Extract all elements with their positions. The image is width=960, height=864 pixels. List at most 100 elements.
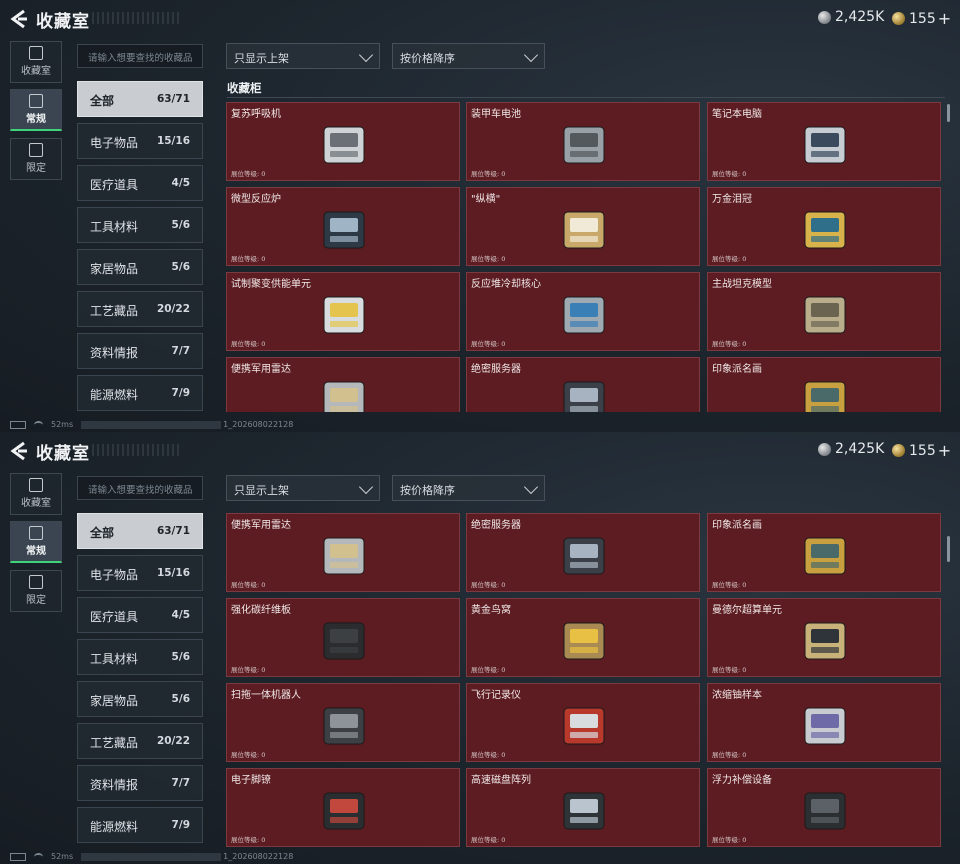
side-tab-collection-room[interactable]: 收藏室 (10, 473, 62, 515)
category-count: 4/5 (171, 609, 190, 621)
category-label: 能源燃料 (90, 388, 139, 402)
collection-card[interactable]: 反应堆冷却核心 展位等级: 0 (466, 272, 700, 351)
flight-recorder-icon (563, 707, 605, 745)
build-text: 1_202608022128 (223, 420, 294, 429)
side-tab-regular[interactable]: 常规 (10, 521, 62, 563)
category-label: 工具材料 (90, 220, 139, 234)
collection-card[interactable]: 扫拖一体机器人 展位等级: 0 (226, 683, 460, 762)
side-tab-limited[interactable]: 限定 (10, 138, 62, 180)
item-level: 展位等级: 0 (471, 581, 506, 589)
collection-card[interactable]: 飞行记录仪 展位等级: 0 (466, 683, 700, 762)
sort-dropdown[interactable]: 按价格降序 (392, 475, 545, 501)
collection-card[interactable]: 便携军用雷达展位等级: 0 (226, 513, 460, 592)
collection-card[interactable]: 便携军用雷达展位等级: 0 (226, 357, 460, 412)
item-name: 主战坦克模型 (712, 279, 772, 290)
collection-card[interactable]: 强化碳纤维板 展位等级: 0 (226, 598, 460, 677)
collection-card[interactable]: 笔记本电脑 展位等级: 0 (707, 102, 941, 181)
side-tab-collection-room[interactable]: 收藏室 (10, 41, 62, 83)
collection-card[interactable]: 微型反应炉 展位等级: 0 (226, 187, 460, 266)
collection-card[interactable]: 曼德尔超算单元 展位等级: 0 (707, 598, 941, 677)
gold-currency[interactable]: 155 + (892, 9, 951, 28)
collection-card[interactable]: "纵横" 展位等级: 0 (466, 187, 700, 266)
category-label: 医疗道具 (90, 178, 139, 192)
category-0[interactable]: 全部 63/71 (77, 81, 203, 117)
category-5[interactable]: 工艺藏品 20/22 (77, 291, 203, 327)
collection-card[interactable]: 装甲车电池 展位等级: 0 (466, 102, 700, 181)
category-1[interactable]: 电子物品 15/16 (77, 123, 203, 159)
collection-card[interactable]: 试制聚变供能单元 展位等级: 0 (226, 272, 460, 351)
collection-card[interactable]: 万金泪冠 展位等级: 0 (707, 187, 941, 266)
back-arrow-icon[interactable] (8, 440, 30, 462)
silver-currency: 2,425K (818, 9, 884, 25)
collection-card[interactable]: 印象派名画展位等级: 0 (707, 357, 941, 412)
item-name: 反应堆冷却核心 (471, 279, 541, 290)
collection-card[interactable]: 黄金鸟窝 展位等级: 0 (466, 598, 700, 677)
category-count: 5/6 (171, 261, 190, 273)
collection-grid[interactable]: 复苏呼吸机 展位等级: 0 装甲车电池 展位等级: 0 笔记本电脑 展位等级: 0 微型反应… (226, 102, 944, 412)
search-input[interactable]: 请输入想要查找的收藏品 (77, 44, 203, 68)
wifi-icon (34, 420, 43, 429)
collection-card[interactable]: 绝密服务器展位等级: 0 (466, 357, 700, 412)
search-input[interactable]: 请输入想要查找的收藏品 (77, 476, 203, 500)
category-0[interactable]: 全部 63/71 (77, 513, 203, 549)
category-7[interactable]: 能源燃料 7/9 (77, 807, 203, 843)
chevron-down-icon (523, 479, 539, 495)
category-3[interactable]: 工具材料 5/6 (77, 207, 203, 243)
category-4[interactable]: 家居物品 5/6 (77, 681, 203, 717)
collection-card[interactable]: 浮力补偿设备 展位等级: 0 (707, 768, 941, 847)
category-3[interactable]: 工具材料 5/6 (77, 639, 203, 675)
item-name: 便携军用雷达 (231, 364, 291, 375)
category-count: 20/22 (156, 735, 190, 747)
category-1[interactable]: 电子物品 15/16 (77, 555, 203, 591)
buoyancy-icon (804, 792, 846, 830)
item-name: 黄金鸟窝 (471, 605, 511, 616)
scrollbar[interactable] (947, 536, 950, 562)
category-label: 能源燃料 (90, 820, 139, 834)
category-4[interactable]: 家居物品 5/6 (77, 249, 203, 285)
category-count: 15/16 (156, 567, 190, 579)
side-tab-limited[interactable]: 限定 (10, 570, 62, 612)
sort-dropdown[interactable]: 按价格降序 (392, 43, 545, 69)
category-6[interactable]: 资料情报 7/7 (77, 765, 203, 801)
category-count: 7/7 (171, 345, 190, 357)
display-filter-dropdown[interactable]: 只显示上架 (226, 475, 380, 501)
category-5[interactable]: 工艺藏品 20/22 (77, 723, 203, 759)
collection-card[interactable]: 复苏呼吸机 展位等级: 0 (226, 102, 460, 181)
collection-card[interactable]: 印象派名画展位等级: 0 (707, 513, 941, 592)
category-2[interactable]: 医疗道具 4/5 (77, 597, 203, 633)
silver-amount: 2,425K (835, 9, 885, 25)
collection-card[interactable]: 高速磁盘阵列 展位等级: 0 (466, 768, 700, 847)
category-7[interactable]: 能源燃料 7/9 (77, 375, 203, 411)
add-gold-button[interactable]: + (938, 441, 951, 460)
radar-icon (323, 381, 365, 412)
painting-icon (804, 537, 846, 575)
collection-card[interactable]: 绝密服务器展位等级: 0 (466, 513, 700, 592)
collection-screen-bottom: 收藏室 2,425K 155 + 收藏室 常规 限定 请输入想要查找的收藏品 只显… (0, 432, 960, 864)
ventilator-icon (323, 126, 365, 164)
item-name: 印象派名画 (712, 520, 762, 531)
side-tab-regular[interactable]: 常规 (10, 89, 62, 131)
item-level: 展位等级: 0 (712, 340, 747, 348)
category-count: 63/71 (156, 93, 190, 105)
painting-icon (804, 381, 846, 412)
collection-card[interactable]: 浓缩铀样本 展位等级: 0 (707, 683, 941, 762)
reactor-icon (323, 211, 365, 249)
display-filter-dropdown[interactable]: 只显示上架 (226, 43, 380, 69)
category-count: 7/9 (171, 387, 190, 399)
gold-currency[interactable]: 155 + (892, 441, 951, 460)
collection-card[interactable]: 主战坦克模型 展位等级: 0 (707, 272, 941, 351)
server-icon (563, 537, 605, 575)
category-count: 15/16 (156, 135, 190, 147)
add-gold-button[interactable]: + (938, 9, 951, 28)
back-arrow-icon[interactable] (8, 8, 30, 30)
collection-grid[interactable]: 试制聚变供能单元展位等级: 0反应堆冷却核心展位等级: 0主战坦克模型展位等级:… (226, 512, 944, 864)
collection-card[interactable]: 电子脚镣 展位等级: 0 (226, 768, 460, 847)
chevron-down-icon (358, 479, 374, 495)
item-name: 试制聚变供能单元 (231, 279, 311, 290)
category-6[interactable]: 资料情报 7/7 (77, 333, 203, 369)
item-name: 强化碳纤维板 (231, 605, 291, 616)
carbon-plate-icon (323, 622, 365, 660)
scrollbar[interactable] (947, 104, 950, 122)
item-level: 展位等级: 0 (231, 170, 266, 178)
category-2[interactable]: 医疗道具 4/5 (77, 165, 203, 201)
